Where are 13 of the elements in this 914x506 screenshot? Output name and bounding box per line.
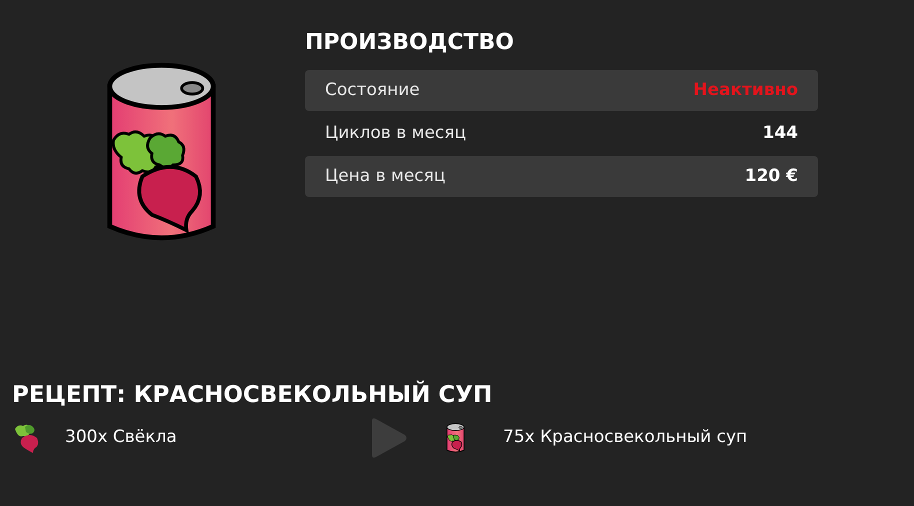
stat-value: 144 (762, 122, 798, 145)
can-icon (446, 423, 465, 453)
recipe-title: РЕЦЕПТ: КРАСНОСВЕКОЛЬНЫЙ СУП (11, 380, 494, 410)
stat-value: 120 € (744, 164, 798, 188)
beet-icon (14, 423, 40, 453)
section-title: ПРОИЗВОДСТВО (305, 29, 515, 57)
stat-label: Цена в месяц (325, 164, 446, 188)
stat-label: Состояние (325, 78, 420, 102)
arrow-icon (370, 417, 408, 459)
stat-value: Неактивно (693, 78, 798, 102)
stat-label: Циклов в месяц (325, 122, 466, 145)
ingredient-label: 300x Свёкла (65, 426, 178, 450)
product-label: 75x Красносвекольный суп (503, 426, 748, 450)
